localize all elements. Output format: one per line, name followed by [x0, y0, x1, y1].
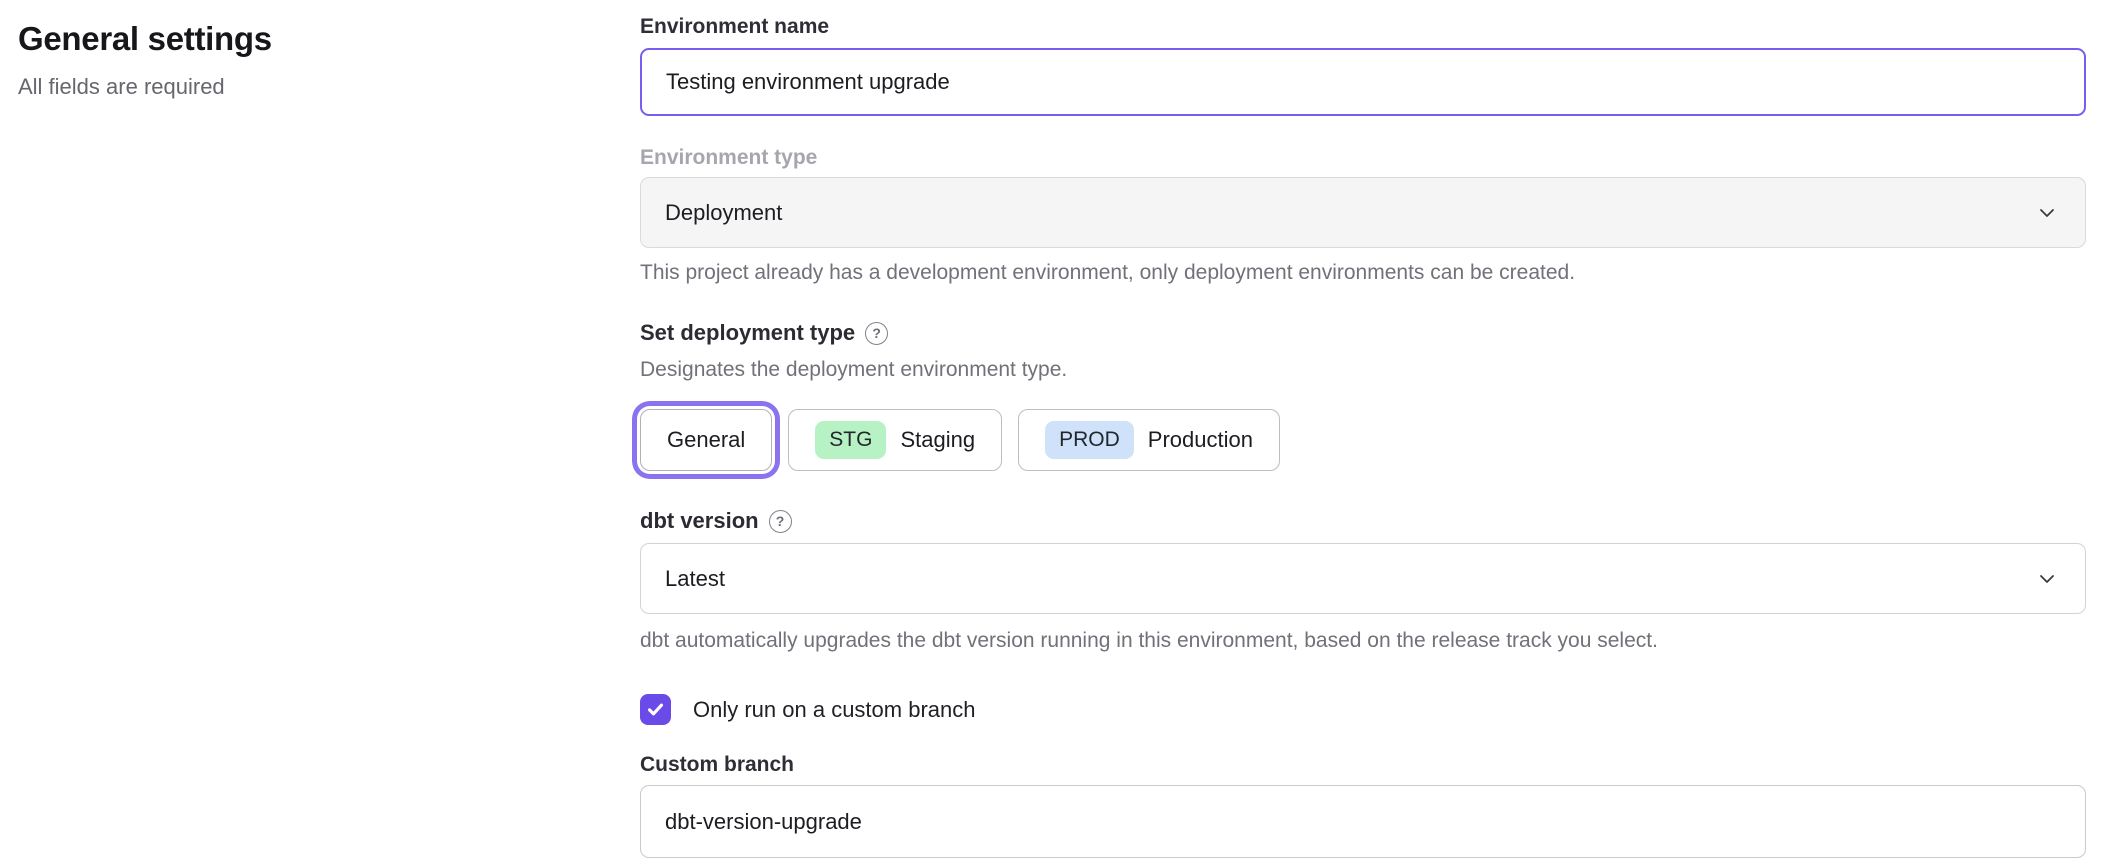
deployment-type-heading-text: Set deployment type: [640, 319, 855, 347]
dbt-version-select[interactable]: Latest: [640, 543, 2086, 614]
dbt-version-heading: dbt version ?: [640, 507, 2086, 535]
deployment-type-option-label: General: [667, 427, 745, 453]
custom-branch-checkbox[interactable]: [640, 694, 671, 725]
deployment-type-heading: Set deployment type ?: [640, 319, 2086, 347]
custom-branch-label: Custom branch: [640, 752, 2086, 778]
staging-badge: STG: [815, 421, 886, 459]
deployment-type-options: General STG Staging PROD Production: [640, 401, 2086, 479]
environment-type-helper: This project already has a development e…: [640, 259, 2086, 286]
deployment-type-option-production[interactable]: PROD Production: [1018, 409, 1280, 471]
custom-branch-toggle-label[interactable]: Only run on a custom branch: [693, 697, 975, 723]
help-icon[interactable]: ?: [769, 510, 792, 533]
settings-form: Environment name Environment type Deploy…: [640, 0, 2086, 858]
deployment-type-helper: Designates the deployment environment ty…: [640, 356, 2086, 383]
dbt-version-heading-text: dbt version: [640, 507, 759, 535]
help-icon[interactable]: ?: [865, 322, 888, 345]
checkmark-icon: [646, 700, 665, 719]
deployment-type-option-staging[interactable]: STG Staging: [788, 409, 1002, 471]
dbt-version-helper: dbt automatically upgrades the dbt versi…: [640, 627, 2086, 654]
custom-branch-input[interactable]: [640, 785, 2086, 858]
production-badge: PROD: [1045, 421, 1134, 459]
settings-header: General settings All fields are required: [18, 20, 578, 100]
environment-type-value: Deployment: [665, 200, 782, 226]
deployment-type-option-label: Production: [1148, 427, 1253, 453]
chevron-down-icon: [2035, 201, 2059, 225]
deployment-type-option-general[interactable]: General: [640, 409, 772, 471]
page-subtitle: All fields are required: [18, 74, 578, 100]
environment-settings-page: General settings All fields are required…: [0, 0, 2116, 864]
environment-type-label: Environment type: [640, 145, 2086, 171]
custom-branch-toggle-row: Only run on a custom branch: [640, 694, 2086, 725]
environment-name-label: Environment name: [640, 14, 2086, 40]
deployment-type-option-label: Staging: [900, 427, 975, 453]
environment-name-input[interactable]: [640, 48, 2086, 116]
page-title: General settings: [18, 20, 578, 58]
environment-type-select[interactable]: Deployment: [640, 177, 2086, 248]
chevron-down-icon: [2035, 567, 2059, 591]
dbt-version-value: Latest: [665, 566, 725, 592]
